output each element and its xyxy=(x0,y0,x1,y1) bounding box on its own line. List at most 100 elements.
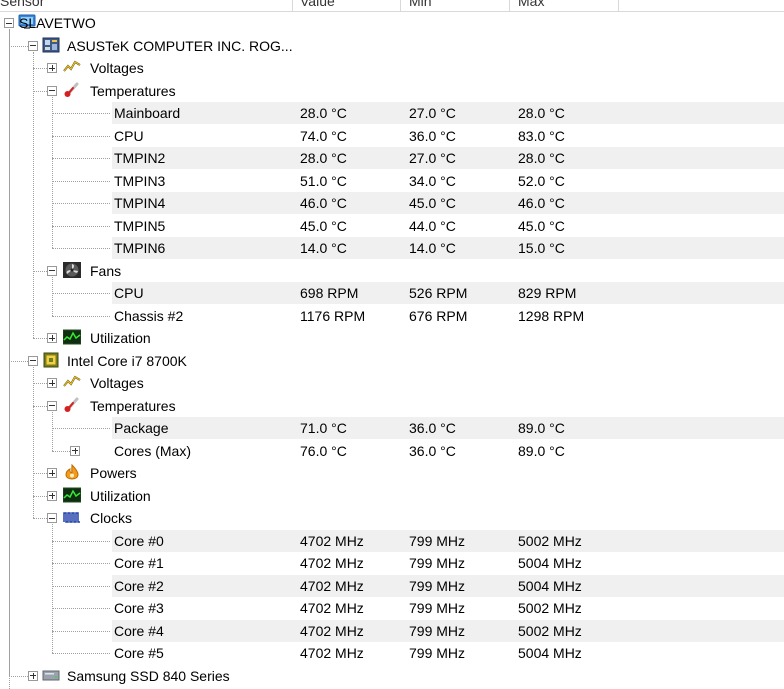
tree-row-core-0[interactable]: Core #0 4702 MHz 799 MHz 5002 MHz xyxy=(0,529,784,552)
max-cell: 46.0 °C xyxy=(518,195,565,211)
tree-row-package[interactable]: Package 71.0 °C 36.0 °C 89.0 °C xyxy=(0,417,784,439)
max-cell: 1298 RPM xyxy=(518,307,585,324)
collapse-icon[interactable] xyxy=(47,265,57,276)
tree-row-chassis-2[interactable]: Chassis #2 1176 RPM 676 RPM 1298 RPM xyxy=(0,305,784,327)
max-cell: 89.0 °C xyxy=(518,442,565,459)
column-divider[interactable] xyxy=(292,0,293,11)
tree-row-tmpin4[interactable]: TMPIN4 46.0 °C 45.0 °C 46.0 °C xyxy=(0,192,784,214)
tree-row-utilization[interactable]: Utilization xyxy=(0,327,784,349)
tree-row-core-4[interactable]: Core #4 4702 MHz 799 MHz 5002 MHz xyxy=(0,619,784,642)
value-cell: 74.0 °C xyxy=(300,127,347,144)
max-cell: 15.0 °C xyxy=(518,240,565,256)
tree-row-cores-max[interactable]: Cores (Max) 76.0 °C 36.0 °C 89.0 °C xyxy=(0,440,784,462)
sensor-tree[interactable]: SLAVETWO ASUSTeK COMPUTER INC. ROG... Volt… xyxy=(0,12,784,689)
tree-row-samsung-ssd-840-series[interactable]: Samsung SSD 840 Series xyxy=(0,665,784,687)
tree-label: Cores (Max) xyxy=(114,442,192,459)
tree-label: Chassis #2 xyxy=(114,307,184,324)
collapse-icon[interactable] xyxy=(47,513,57,523)
tree-row-tmpin5[interactable]: TMPIN5 45.0 °C 44.0 °C 45.0 °C xyxy=(0,215,784,237)
tree-row-cpu[interactable]: CPU 698 RPM 526 RPM 829 RPM xyxy=(0,282,784,304)
tree-label: ASUSTeK COMPUTER INC. ROG... xyxy=(67,37,293,54)
column-header-min[interactable]: Min xyxy=(409,0,432,9)
tree-label: CPU xyxy=(114,127,144,144)
min-cell: 799 MHz xyxy=(409,600,466,616)
tree-label: Temperatures xyxy=(90,82,176,99)
max-cell: 45.0 °C xyxy=(518,217,565,234)
value-cell: 698 RPM xyxy=(300,285,359,301)
tree-row-core-5[interactable]: Core #5 4702 MHz 799 MHz 5004 MHz xyxy=(0,642,784,664)
utilization-icon xyxy=(62,487,82,503)
thermometer-icon xyxy=(63,82,81,98)
max-cell: 5002 MHz xyxy=(518,622,582,639)
tree-row-core-1[interactable]: Core #1 4702 MHz 799 MHz 5004 MHz xyxy=(0,552,784,574)
tree-label: SLAVETWO xyxy=(19,15,96,31)
tree-row-temperatures[interactable]: Temperatures xyxy=(0,395,784,417)
tree-row-core-3[interactable]: Core #3 4702 MHz 799 MHz 5002 MHz xyxy=(0,597,784,619)
min-cell: 14.0 °C xyxy=(409,240,456,256)
max-cell: 83.0 °C xyxy=(518,127,565,144)
tree-row-voltages[interactable]: Voltages xyxy=(0,372,784,394)
value-cell: 4702 MHz xyxy=(300,622,364,639)
value-cell: 71.0 °C xyxy=(300,420,347,436)
tree-label: Core #3 xyxy=(114,600,164,616)
collapse-icon[interactable] xyxy=(4,18,14,28)
column-header-max[interactable]: Max xyxy=(518,0,544,9)
tree-row-fans[interactable]: Fans xyxy=(0,260,784,282)
voltage-icon xyxy=(63,374,81,390)
expand-icon[interactable] xyxy=(70,445,80,456)
collapse-icon[interactable] xyxy=(47,85,57,96)
voltage-icon xyxy=(63,59,81,75)
max-cell: 5002 MHz xyxy=(518,600,582,616)
tree-row-powers[interactable]: Powers xyxy=(0,462,784,484)
expand-icon[interactable] xyxy=(47,63,57,73)
collapse-icon[interactable] xyxy=(28,355,38,366)
column-header-value[interactable]: Value xyxy=(300,0,335,9)
tree-label: Core #4 xyxy=(114,622,164,639)
value-cell: 4702 MHz xyxy=(300,555,364,571)
column-divider[interactable] xyxy=(618,0,619,11)
min-cell: 799 MHz xyxy=(409,645,466,661)
value-cell: 4702 MHz xyxy=(300,600,364,616)
collapse-icon[interactable] xyxy=(28,40,38,51)
tree-label: Voltages xyxy=(90,60,144,76)
min-cell: 526 RPM xyxy=(409,285,468,301)
column-divider[interactable] xyxy=(400,0,401,11)
tree-row-tmpin3[interactable]: TMPIN3 51.0 °C 34.0 °C 52.0 °C xyxy=(0,170,784,192)
column-header-sensor[interactable]: Sensor xyxy=(0,0,44,9)
max-cell: 5004 MHz xyxy=(518,577,582,594)
expand-icon[interactable] xyxy=(28,670,38,681)
fan-icon xyxy=(63,261,81,278)
tree-row-temperatures[interactable]: Temperatures xyxy=(0,80,784,102)
tree-row-utilization[interactable]: Utilization xyxy=(0,485,784,507)
column-divider[interactable] xyxy=(509,0,510,11)
tree-row-tmpin6[interactable]: TMPIN6 14.0 °C 14.0 °C 15.0 °C xyxy=(0,237,784,259)
tree-label: Package xyxy=(114,420,169,436)
collapse-icon[interactable] xyxy=(47,400,57,411)
value-cell: 28.0 °C xyxy=(300,150,347,166)
min-cell: 799 MHz xyxy=(409,577,466,594)
tree-row-voltages[interactable]: Voltages xyxy=(0,57,784,79)
max-cell: 89.0 °C xyxy=(518,420,565,436)
utilization-icon xyxy=(62,329,82,345)
expand-icon[interactable] xyxy=(47,333,57,343)
tree-label: Core #1 xyxy=(114,555,164,571)
tree-label: TMPIN4 xyxy=(114,195,166,211)
value-cell: 14.0 °C xyxy=(300,240,347,256)
tree-row-intel-core-i7-8700k[interactable]: Intel Core i7 8700K xyxy=(0,350,784,372)
expand-icon[interactable] xyxy=(47,468,57,478)
max-cell: 5004 MHz xyxy=(518,645,582,661)
tree-label: Clocks xyxy=(90,510,133,526)
tree-label: Samsung SSD 840 Series xyxy=(67,667,230,684)
tree-row-cpu[interactable]: CPU 74.0 °C 36.0 °C 83.0 °C xyxy=(0,125,784,147)
tree-row-mainboard[interactable]: Mainboard 28.0 °C 27.0 °C 28.0 °C xyxy=(0,102,784,124)
tree-label: Voltages xyxy=(90,375,144,391)
tree-row-slavetwo[interactable]: SLAVETWO xyxy=(0,12,784,34)
thermometer-icon xyxy=(63,397,81,413)
tree-row-core-2[interactable]: Core #2 4702 MHz 799 MHz 5004 MHz xyxy=(0,574,784,597)
expand-icon[interactable] xyxy=(47,490,57,501)
tree-row-tmpin2[interactable]: TMPIN2 28.0 °C 27.0 °C 28.0 °C xyxy=(0,147,784,169)
tree-row-clocks[interactable]: Clocks xyxy=(0,507,784,529)
tree-row-asustek-computer-inc-rog[interactable]: ASUSTeK COMPUTER INC. ROG... xyxy=(0,35,784,57)
expand-icon[interactable] xyxy=(47,378,57,388)
tree-label: Utilization xyxy=(90,487,151,504)
